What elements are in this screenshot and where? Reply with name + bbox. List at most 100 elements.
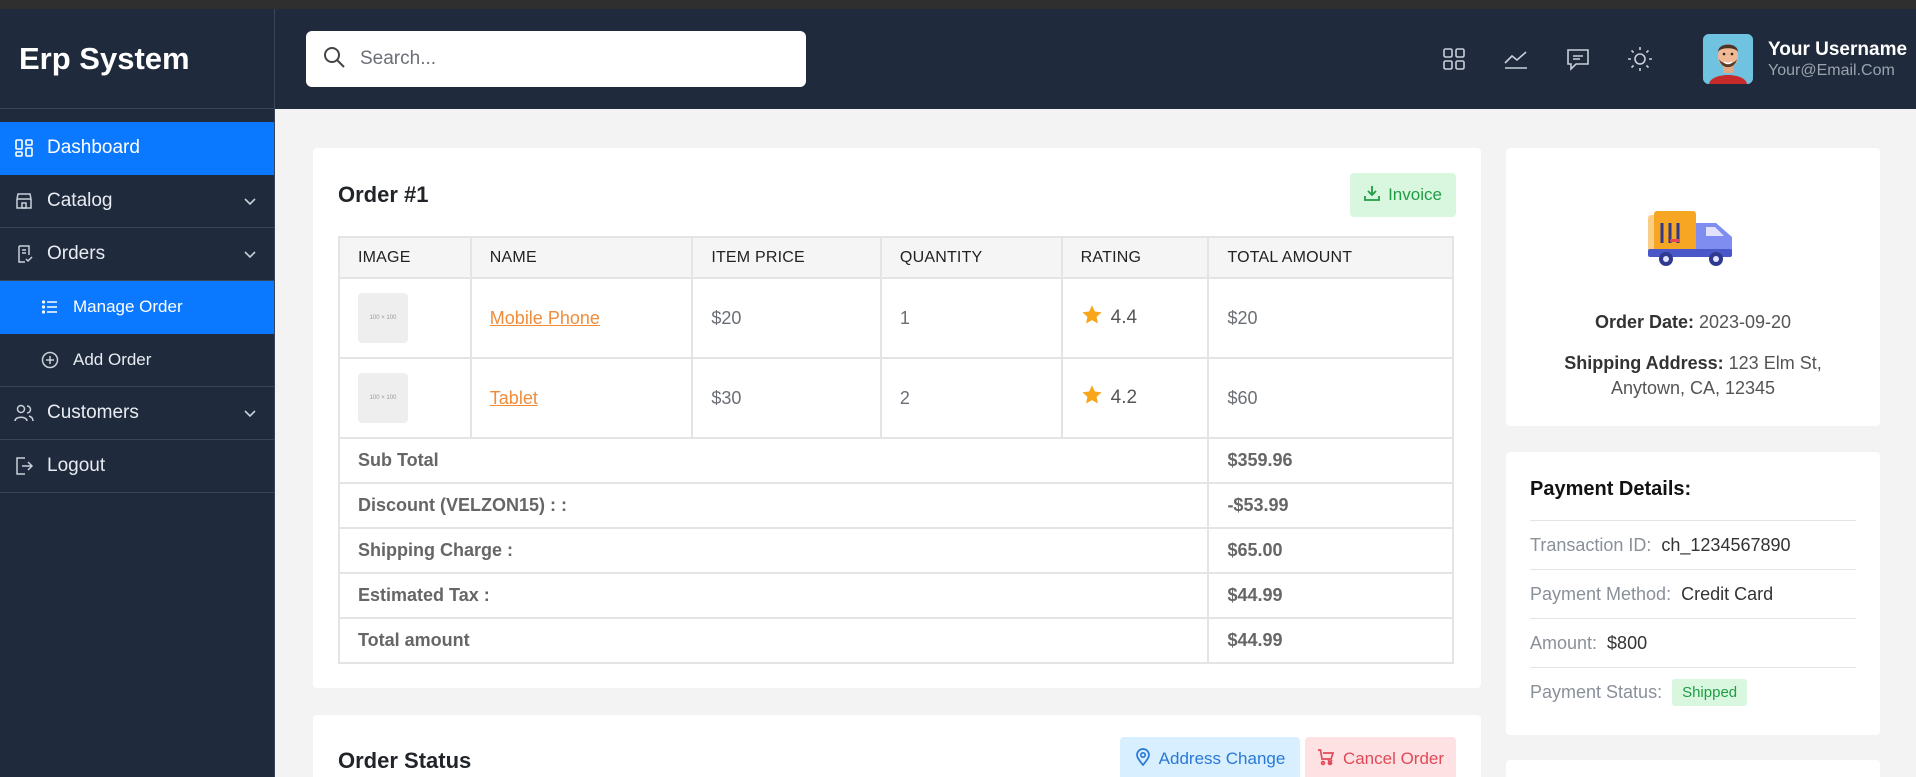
- payment-status-row: Payment Status: Shipped: [1530, 667, 1856, 716]
- list-icon: [40, 297, 60, 317]
- table-row: 100 × 100 Mobile Phone $20 1 4.4 $20: [338, 277, 1454, 359]
- status-badge: Shipped: [1672, 678, 1748, 706]
- item-price: $20: [691, 277, 882, 359]
- plus-circle-icon: [40, 350, 60, 370]
- summary-label: Estimated Tax :: [337, 572, 1210, 619]
- cancel-order-button[interactable]: Cancel Order: [1305, 737, 1456, 777]
- product-name-link[interactable]: Mobile Phone: [490, 308, 600, 328]
- user-name: Your Username: [1768, 39, 1908, 60]
- summary-row: Estimated Tax : $44.99: [337, 572, 1454, 619]
- sidebar-item-orders[interactable]: Orders: [0, 228, 274, 281]
- avatar[interactable]: [1703, 34, 1753, 84]
- sidebar-item-label: Orders: [47, 243, 106, 264]
- summary-row: Sub Total $359.96: [337, 437, 1454, 484]
- summary-value: $65.00: [1207, 527, 1454, 574]
- column-header: ITEM PRICE: [691, 236, 882, 279]
- sun-icon[interactable]: [1627, 46, 1653, 72]
- rating-value: 4.2: [1110, 387, 1138, 408]
- sidebar: Erp System Dashboard Catalog Orders Mana…: [0, 9, 275, 777]
- grid-icon[interactable]: [1441, 46, 1467, 72]
- summary-value: $44.99: [1207, 572, 1454, 619]
- address-change-button[interactable]: Address Change: [1120, 737, 1300, 777]
- column-header: NAME: [469, 236, 694, 279]
- sidebar-item-label: Manage Order: [73, 297, 183, 316]
- top-header: Your Username Your@Email.Com: [275, 9, 1916, 109]
- sidebar-item-label: Dashboard: [47, 137, 140, 158]
- item-total: $60: [1207, 357, 1454, 439]
- sidebar-item-manage-order[interactable]: Manage Order: [0, 281, 274, 334]
- chevron-down-icon: [242, 405, 258, 421]
- chevron-down-icon: [242, 193, 258, 209]
- payment-method-value: Credit Card: [1681, 583, 1774, 604]
- app-title: Erp System: [0, 9, 274, 109]
- sidebar-item-catalog[interactable]: Catalog: [0, 175, 274, 228]
- payment-method-label: Payment Method:: [1530, 583, 1672, 604]
- summary-row: Total amount $44.99: [337, 617, 1454, 664]
- cancel-order-label: Cancel Order: [1342, 749, 1445, 768]
- summary-label: Shipping Charge :: [337, 527, 1210, 574]
- chevron-down-icon: [242, 246, 258, 262]
- sidebar-item-label: Add Order: [73, 350, 152, 369]
- amount-value: $800: [1607, 632, 1648, 653]
- additional-card: [1506, 760, 1880, 777]
- payment-method-row: Payment Method: Credit Card: [1530, 569, 1856, 618]
- map-pin-icon: [1135, 747, 1151, 771]
- order-title: Order #1: [338, 182, 429, 207]
- invoice-label: Invoice: [1388, 185, 1442, 204]
- summary-label: Sub Total: [337, 437, 1210, 484]
- rating: 4.4: [1081, 304, 1208, 332]
- table-header-row: IMAGE NAME ITEM PRICE QUANTITY RATING TO…: [338, 236, 1454, 279]
- star-icon: [1081, 384, 1103, 412]
- sidebar-item-customers[interactable]: Customers: [0, 387, 274, 440]
- sidebar-nav: Dashboard Catalog Orders Manage Order Ad…: [0, 122, 274, 493]
- summary-row: Shipping Charge : $65.00: [337, 527, 1454, 574]
- summary-value: $44.99: [1207, 617, 1454, 664]
- search-input[interactable]: [360, 48, 780, 70]
- transaction-id-row: Transaction ID: ch_1234567890: [1530, 520, 1856, 569]
- transaction-id-label: Transaction ID:: [1530, 534, 1652, 555]
- sidebar-item-logout[interactable]: Logout: [0, 440, 274, 493]
- amount-label: Amount:: [1530, 632, 1598, 653]
- sidebar-item-label: Logout: [47, 455, 106, 476]
- sidebar-item-label: Catalog: [47, 190, 113, 211]
- order-table: IMAGE NAME ITEM PRICE QUANTITY RATING TO…: [337, 236, 1454, 664]
- message-icon[interactable]: [1565, 46, 1591, 72]
- sidebar-item-add-order[interactable]: Add Order: [0, 334, 274, 387]
- delivery-truck-icon: [1644, 203, 1742, 274]
- order-icon: [14, 244, 34, 264]
- transaction-id-value: ch_1234567890: [1661, 534, 1791, 555]
- product-thumbnail: 100 × 100: [358, 373, 408, 423]
- invoice-button[interactable]: Invoice: [1350, 173, 1456, 217]
- product-name-link[interactable]: Tablet: [490, 388, 538, 408]
- dashboard-icon: [14, 138, 34, 158]
- column-header: QUANTITY: [879, 236, 1063, 279]
- rating-value: 4.4: [1110, 307, 1138, 328]
- sidebar-item-dashboard[interactable]: Dashboard: [0, 122, 274, 175]
- payment-status-label: Payment Status:: [1530, 681, 1663, 702]
- product-thumbnail: 100 × 100: [358, 293, 408, 343]
- rating: 4.2: [1081, 384, 1208, 412]
- user-email: Your@Email.Com: [1768, 62, 1895, 79]
- summary-value: -$53.99: [1207, 482, 1454, 529]
- window-top-strip: [0, 0, 1916, 9]
- order-date-label: Order Date:: [1594, 312, 1694, 332]
- order-card: Order #1 Invoice IMAGE NAME ITEM PRICE Q…: [313, 148, 1481, 688]
- address-change-label: Address Change: [1158, 749, 1286, 768]
- summary-row: Discount (VELZON15) : : -$53.99: [337, 482, 1454, 529]
- shipping-address-label: Shipping Address:: [1564, 353, 1724, 373]
- amount-row: Amount: $800: [1530, 618, 1856, 667]
- column-header: IMAGE: [338, 236, 472, 279]
- logout-icon: [14, 456, 34, 476]
- users-icon: [14, 403, 34, 423]
- cart-remove-icon: [1317, 748, 1335, 771]
- shipping-address: Shipping Address: 123 Elm St, Anytown, C…: [1546, 351, 1840, 401]
- chart-line-icon[interactable]: [1503, 46, 1529, 72]
- payment-details-title: Payment Details:: [1530, 478, 1692, 500]
- sidebar-item-label: Customers: [47, 402, 139, 423]
- download-icon: [1364, 185, 1380, 206]
- order-status-title: Order Status: [338, 748, 472, 773]
- payment-details-card: Payment Details: Transaction ID: ch_1234…: [1506, 452, 1880, 735]
- item-quantity: 2: [879, 357, 1063, 439]
- search-box[interactable]: [306, 31, 806, 87]
- column-header: TOTAL AMOUNT: [1207, 236, 1454, 279]
